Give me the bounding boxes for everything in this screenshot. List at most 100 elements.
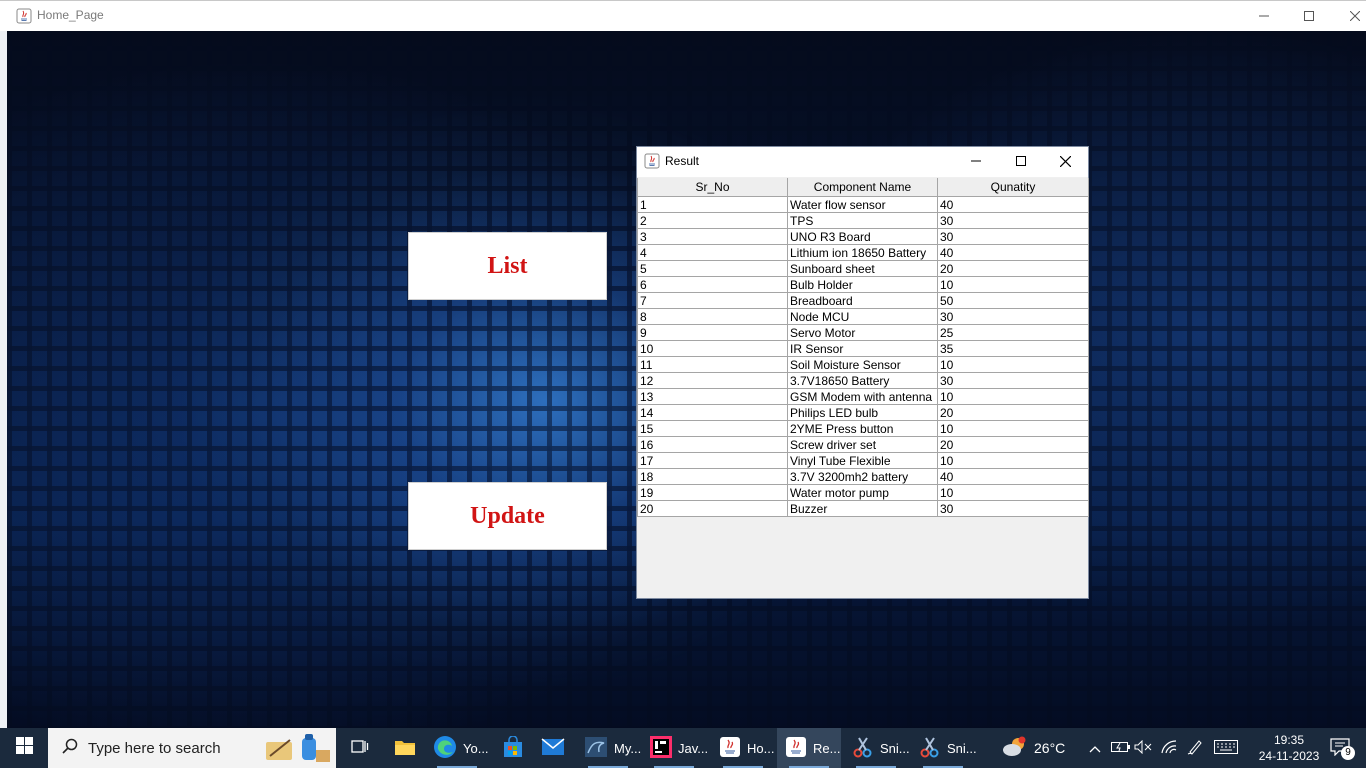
table-row[interactable]: 7 Breadboard 50 xyxy=(637,292,1089,309)
table-row[interactable]: 17 Vinyl Tube Flexible 10 xyxy=(637,452,1089,469)
cell-component-name[interactable]: UNO R3 Board xyxy=(787,228,938,245)
cell-quantity[interactable]: 30 xyxy=(937,500,1089,517)
cell-sr-no[interactable]: 3 xyxy=(637,228,788,245)
table-row[interactable]: 14 Philips LED bulb 20 xyxy=(637,404,1089,421)
cell-quantity[interactable]: 20 xyxy=(937,404,1089,421)
cell-sr-no[interactable]: 6 xyxy=(637,276,788,293)
wifi-button[interactable] xyxy=(1158,728,1180,768)
cell-component-name[interactable]: GSM Modem with antenna xyxy=(787,388,938,405)
cell-sr-no[interactable]: 13 xyxy=(637,388,788,405)
table-row[interactable]: 6 Bulb Holder 10 xyxy=(637,276,1089,293)
table-row[interactable]: 12 3.7V18650 Battery 30 xyxy=(637,372,1089,389)
column-header-sr-no[interactable]: Sr_No xyxy=(637,178,788,197)
task-view-button[interactable] xyxy=(340,728,380,768)
taskbar-store[interactable] xyxy=(493,728,533,768)
minimize-button[interactable] xyxy=(1241,1,1287,31)
table-row[interactable]: 13 GSM Modem with antenna 10 xyxy=(637,388,1089,405)
cell-quantity[interactable]: 10 xyxy=(937,388,1089,405)
cell-sr-no[interactable]: 1 xyxy=(637,196,788,213)
weather-widget[interactable]: 26°C xyxy=(1000,728,1065,768)
cell-component-name[interactable]: Servo Motor xyxy=(787,324,938,341)
pen-workspace-button[interactable] xyxy=(1184,728,1206,768)
volume-button[interactable] xyxy=(1132,728,1154,768)
table-row[interactable]: 5 Sunboard sheet 20 xyxy=(637,260,1089,277)
cell-component-name[interactable]: Soil Moisture Sensor xyxy=(787,356,938,373)
cell-sr-no[interactable]: 20 xyxy=(637,500,788,517)
cell-sr-no[interactable]: 19 xyxy=(637,484,788,501)
cell-sr-no[interactable]: 8 xyxy=(637,308,788,325)
cell-sr-no[interactable]: 2 xyxy=(637,212,788,229)
cell-sr-no[interactable]: 15 xyxy=(637,420,788,437)
cell-component-name[interactable]: Vinyl Tube Flexible xyxy=(787,452,938,469)
cell-quantity[interactable]: 10 xyxy=(937,484,1089,501)
cell-component-name[interactable]: Sunboard sheet xyxy=(787,260,938,277)
table-row[interactable]: 10 IR Sensor 35 xyxy=(637,340,1089,357)
cell-sr-no[interactable]: 17 xyxy=(637,452,788,469)
cell-sr-no[interactable]: 14 xyxy=(637,404,788,421)
table-row[interactable]: 3 UNO R3 Board 30 xyxy=(637,228,1089,245)
touch-keyboard-button[interactable] xyxy=(1212,728,1240,768)
column-header-component-name[interactable]: Component Name xyxy=(787,178,938,197)
taskbar-clock[interactable]: 19:35 24-11-2023 xyxy=(1258,728,1320,768)
cell-component-name[interactable]: Water motor pump xyxy=(787,484,938,501)
cell-quantity[interactable]: 35 xyxy=(937,340,1089,357)
taskbar-mysql[interactable]: My... xyxy=(576,728,641,768)
close-button[interactable] xyxy=(1332,1,1366,31)
column-header-quantity[interactable]: Qunatity xyxy=(937,178,1089,197)
cell-sr-no[interactable]: 5 xyxy=(637,260,788,277)
table-row[interactable]: 2 TPS 30 xyxy=(637,212,1089,229)
taskbar-snipping-tool-1[interactable]: Sni... xyxy=(844,728,910,768)
table-row[interactable]: 9 Servo Motor 25 xyxy=(637,324,1089,341)
cell-quantity[interactable]: 20 xyxy=(937,260,1089,277)
cell-component-name[interactable]: Breadboard xyxy=(787,292,938,309)
taskbar-edge[interactable]: Yo... xyxy=(425,728,489,768)
table-row[interactable]: 18 3.7V 3200mh2 battery 40 xyxy=(637,468,1089,485)
result-minimize-button[interactable] xyxy=(953,147,998,175)
notification-center-button[interactable]: 9 xyxy=(1320,728,1360,768)
cell-quantity[interactable]: 40 xyxy=(937,196,1089,213)
cell-quantity[interactable]: 40 xyxy=(937,468,1089,485)
update-button[interactable]: Update xyxy=(408,482,607,550)
battery-status[interactable] xyxy=(1110,728,1132,768)
table-row[interactable]: 20 Buzzer 30 xyxy=(637,500,1089,517)
cell-quantity[interactable]: 10 xyxy=(937,420,1089,437)
cell-quantity[interactable]: 30 xyxy=(937,228,1089,245)
table-row[interactable]: 1 Water flow sensor 40 xyxy=(637,196,1089,213)
result-titlebar[interactable]: Result xyxy=(637,147,1088,177)
taskbar-java-home-page[interactable]: Ho... xyxy=(711,728,775,768)
taskbar-file-explorer[interactable] xyxy=(385,728,425,768)
cell-quantity[interactable]: 10 xyxy=(937,452,1089,469)
show-hidden-icons-button[interactable] xyxy=(1086,728,1104,768)
cell-sr-no[interactable]: 7 xyxy=(637,292,788,309)
cell-sr-no[interactable]: 12 xyxy=(637,372,788,389)
cell-quantity[interactable]: 30 xyxy=(937,308,1089,325)
cell-sr-no[interactable]: 10 xyxy=(637,340,788,357)
cell-component-name[interactable]: Node MCU xyxy=(787,308,938,325)
taskbar-mail[interactable] xyxy=(533,728,573,768)
table-row[interactable]: 4 Lithium ion 18650 Battery 40 xyxy=(637,244,1089,261)
cell-quantity[interactable]: 20 xyxy=(937,436,1089,453)
cell-quantity[interactable]: 30 xyxy=(937,372,1089,389)
table-row[interactable]: 11 Soil Moisture Sensor 10 xyxy=(637,356,1089,373)
taskbar-java-result[interactable]: Re... xyxy=(777,728,841,768)
cell-quantity[interactable]: 40 xyxy=(937,244,1089,261)
cell-sr-no[interactable]: 16 xyxy=(637,436,788,453)
maximize-button[interactable] xyxy=(1286,1,1332,31)
cell-component-name[interactable]: Philips LED bulb xyxy=(787,404,938,421)
result-close-button[interactable] xyxy=(1043,147,1088,175)
taskbar-snipping-tool-2[interactable]: Sni... xyxy=(911,728,977,768)
cell-component-name[interactable]: Buzzer xyxy=(787,500,938,517)
taskbar-search-box[interactable]: Type here to search xyxy=(48,728,336,768)
cell-sr-no[interactable]: 9 xyxy=(637,324,788,341)
cell-sr-no[interactable]: 4 xyxy=(637,244,788,261)
list-button[interactable]: List xyxy=(408,232,607,300)
cell-sr-no[interactable]: 11 xyxy=(637,356,788,373)
cell-sr-no[interactable]: 18 xyxy=(637,468,788,485)
cell-component-name[interactable]: 3.7V18650 Battery xyxy=(787,372,938,389)
cell-quantity[interactable]: 10 xyxy=(937,276,1089,293)
main-titlebar[interactable]: Home_Page xyxy=(0,0,1366,31)
table-row[interactable]: 19 Water motor pump 10 xyxy=(637,484,1089,501)
cell-component-name[interactable]: 3.7V 3200mh2 battery xyxy=(787,468,938,485)
cell-component-name[interactable]: Lithium ion 18650 Battery xyxy=(787,244,938,261)
result-maximize-button[interactable] xyxy=(998,147,1043,175)
